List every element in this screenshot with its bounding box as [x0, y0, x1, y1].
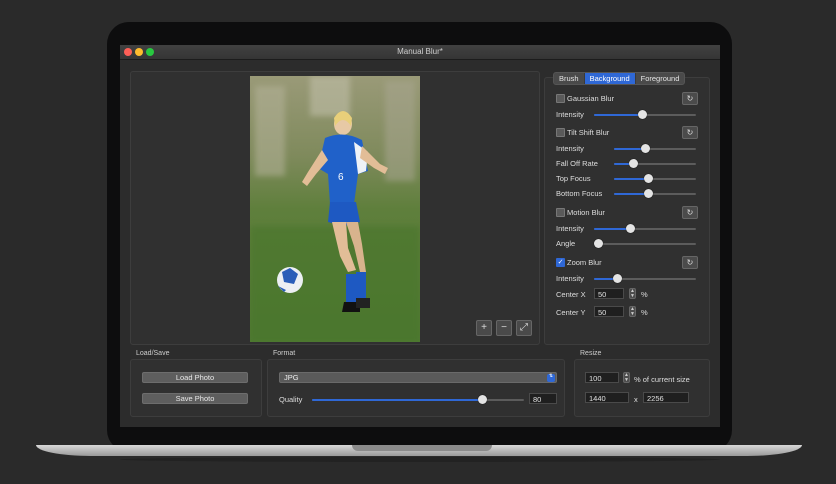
reset-icon: ↻	[686, 258, 694, 267]
top-focus-label: Top Focus	[556, 174, 591, 183]
quality-label: Quality	[279, 395, 303, 404]
resize-x-label: x	[634, 395, 638, 404]
chevron-updown-icon: ⇅	[547, 374, 555, 382]
zoom-blur-label: Zoom Blur	[567, 258, 602, 267]
center-x-field[interactable]: 50	[594, 288, 624, 299]
laptop-notch	[352, 445, 492, 451]
motion-blur-checkbox[interactable]	[556, 208, 565, 217]
slider-knob[interactable]	[643, 174, 653, 183]
stepper-down-icon[interactable]: ▼	[630, 311, 635, 317]
motion-blur-label: Motion Blur	[567, 208, 605, 217]
center-x-label: Center X	[556, 290, 586, 299]
slider-knob[interactable]	[628, 159, 638, 168]
tilt-shift-reset-button[interactable]: ↻	[682, 126, 698, 139]
laptop-shadow	[120, 457, 720, 462]
save-photo-button[interactable]: Save Photo	[142, 393, 248, 404]
stepper-down-icon[interactable]: ▼	[630, 293, 635, 299]
zoom-reset-button[interactable]: ↻	[682, 256, 698, 269]
checkmark-icon: ✓	[557, 259, 564, 266]
fall-off-rate-slider[interactable]	[614, 159, 696, 168]
zoom-intensity-slider[interactable]	[594, 274, 696, 283]
slider-knob[interactable]	[643, 189, 653, 198]
fit-screen-button[interactable]: ⤢	[516, 320, 532, 336]
top-focus-slider[interactable]	[614, 174, 696, 183]
format-select[interactable]: JPG ⇅	[279, 372, 557, 383]
zoom-in-button[interactable]: +	[476, 320, 492, 336]
tilt-intensity-label: Intensity	[556, 144, 584, 153]
quality-field[interactable]: 80	[529, 393, 557, 404]
angle-slider[interactable]	[594, 239, 696, 248]
motion-intensity-label: Intensity	[556, 224, 584, 233]
gaussian-blur-label: Gaussian Blur	[567, 94, 615, 103]
motion-reset-button[interactable]: ↻	[682, 206, 698, 219]
reset-icon: ↻	[686, 128, 694, 137]
resize-percent-stepper[interactable]: ▲ ▼	[623, 372, 630, 383]
resize-width-field[interactable]: 1440	[585, 392, 629, 403]
photo-canvas[interactable]: 6	[250, 76, 420, 342]
resize-percent-label: % of current size	[634, 375, 690, 384]
center-y-label: Center Y	[556, 308, 586, 317]
zoom-intensity-label: Intensity	[556, 274, 584, 283]
gaussian-intensity-label: Intensity	[556, 110, 584, 119]
bottom-focus-slider[interactable]	[614, 189, 696, 198]
resize-height-field[interactable]: 2256	[643, 392, 689, 403]
angle-label: Angle	[556, 239, 576, 248]
load-save-panel	[130, 359, 262, 417]
resize-title: Resize	[580, 350, 602, 357]
soccer-photo: 6	[250, 76, 420, 342]
center-x-stepper[interactable]: ▲ ▼	[629, 288, 636, 299]
gaussian-reset-button[interactable]: ↻	[682, 92, 698, 105]
soccer-ball	[277, 267, 303, 293]
tab-foreground[interactable]: Foreground	[636, 73, 685, 84]
format-selected: JPG	[284, 373, 299, 382]
tab-background[interactable]: Background	[584, 73, 636, 84]
format-panel	[267, 359, 565, 417]
window-title: Manual Blur*	[397, 47, 443, 56]
stepper-down-icon[interactable]: ▼	[624, 377, 629, 383]
gaussian-blur-checkbox[interactable]	[556, 94, 565, 103]
mode-tabs: Brush Background Foreground	[553, 72, 686, 85]
resize-panel	[574, 359, 710, 417]
tilt-shift-checkbox[interactable]	[556, 128, 565, 137]
zoom-out-button[interactable]: −	[496, 320, 512, 336]
fall-off-rate-label: Fall Off Rate	[556, 159, 598, 168]
gaussian-intensity-slider[interactable]	[594, 110, 696, 119]
bottom-focus-label: Bottom Focus	[556, 189, 603, 198]
zoom-blur-checkbox[interactable]: ✓	[556, 258, 565, 267]
slider-knob[interactable]	[637, 110, 647, 119]
slider-knob[interactable]	[625, 224, 635, 233]
load-save-title: Load/Save	[136, 350, 170, 357]
title-bar: Manual Blur*	[120, 45, 720, 60]
center-y-field[interactable]: 50	[594, 306, 624, 317]
quality-slider[interactable]	[312, 395, 524, 404]
resize-percent-field[interactable]: 100	[585, 372, 619, 383]
tilt-intensity-slider[interactable]	[614, 144, 696, 153]
reset-icon: ↻	[686, 208, 694, 217]
app-window: Manual Blur* 6 + − ⤢ Brush Background Fo…	[120, 45, 720, 427]
tilt-shift-label: Tilt Shift Blur	[567, 128, 610, 137]
format-title: Format	[273, 350, 296, 357]
center-x-percent: %	[641, 290, 648, 299]
slider-knob[interactable]	[477, 395, 487, 404]
motion-intensity-slider[interactable]	[594, 224, 696, 233]
slider-knob[interactable]	[594, 239, 604, 248]
center-y-percent: %	[641, 308, 648, 317]
svg-text:6: 6	[338, 172, 344, 183]
load-photo-button[interactable]: Load Photo	[142, 372, 248, 383]
tab-brush[interactable]: Brush	[554, 73, 585, 84]
reset-icon: ↻	[686, 94, 694, 103]
center-y-stepper[interactable]: ▲ ▼	[629, 306, 636, 317]
